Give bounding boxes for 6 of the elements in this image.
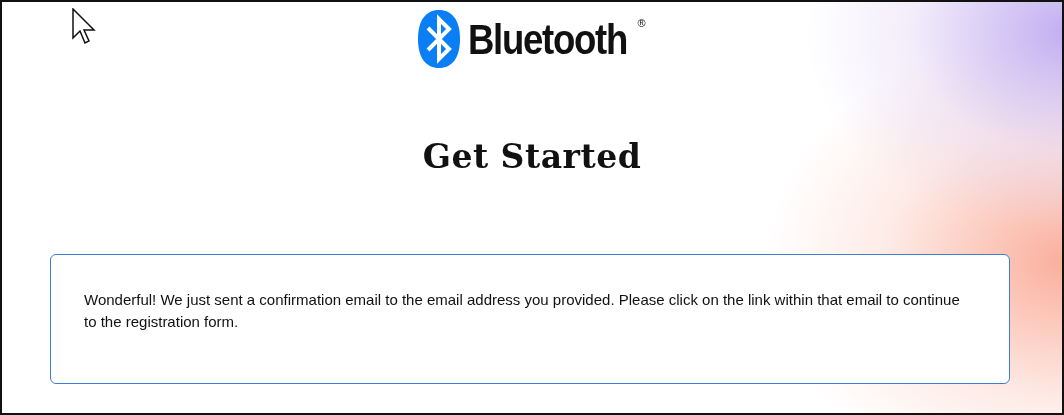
cursor-icon <box>72 8 98 46</box>
registered-mark: ® <box>637 17 646 29</box>
bluetooth-icon <box>418 10 461 68</box>
page-heading: Get Started <box>422 137 642 176</box>
confirmation-message: Wonderful! We just sent a confirmation email to the email address you provided. Please click on the link within that email to continue to the registration form. <box>84 290 961 332</box>
logo-text: Bluetooth <box>468 14 628 64</box>
